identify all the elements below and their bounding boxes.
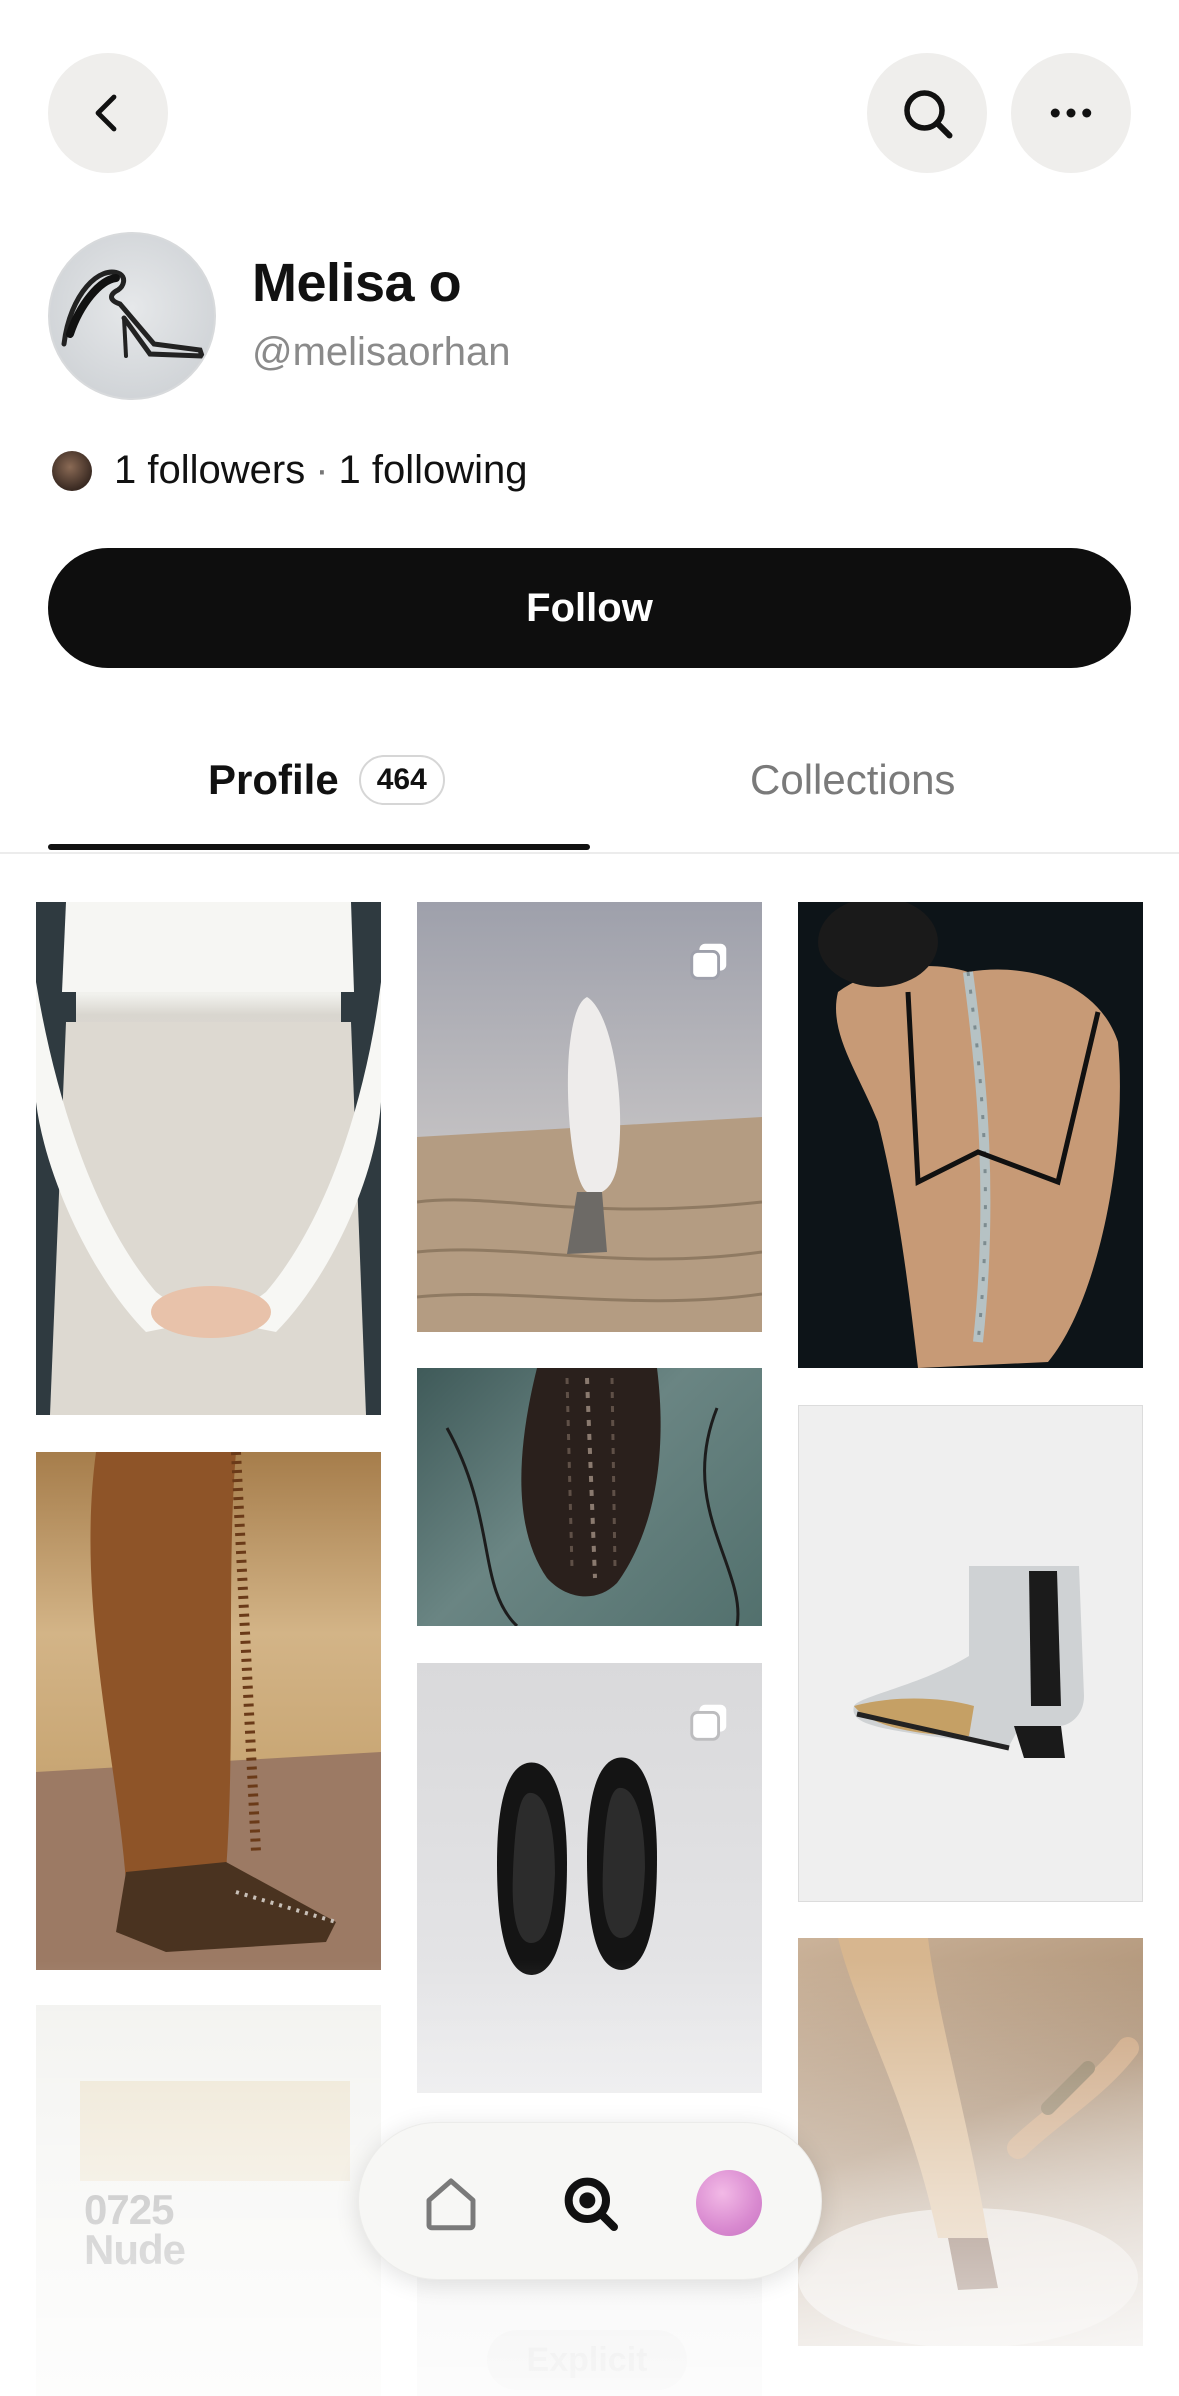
tab-divider [0, 852, 1179, 854]
back-button[interactable] [48, 53, 168, 173]
multi-image-icon [690, 943, 727, 980]
search-icon [564, 2177, 618, 2231]
swatch-label: 0725 Nude [84, 2186, 186, 2273]
pin-tile[interactable] [36, 902, 381, 1415]
follow-stats[interactable]: 1 followers · 1 following [52, 448, 528, 493]
more-options-button[interactable] [1011, 53, 1131, 173]
pin-tile[interactable] [417, 902, 762, 1332]
pin-tile[interactable] [798, 902, 1143, 1368]
nav-search[interactable] [550, 2163, 630, 2243]
profile-avatar [696, 2170, 762, 2236]
pin-tile[interactable] [417, 1663, 762, 2093]
pin-image-woven-shoe [445, 1368, 740, 1626]
tab-collections-label: Collections [750, 756, 956, 803]
pin-image-knit-outfit [36, 902, 381, 1415]
swatch-name: Nude [84, 2226, 186, 2273]
search-button[interactable] [867, 53, 987, 173]
avatar[interactable] [48, 232, 216, 400]
pin-tile[interactable] [417, 1368, 762, 1626]
active-tab-indicator [48, 844, 590, 850]
more-horizontal-icon [1050, 108, 1092, 118]
following-count[interactable]: 1 following [339, 448, 528, 493]
pin-image-foot-bath [798, 1938, 1139, 2346]
tab-collections[interactable]: Collections [750, 740, 955, 820]
pin-tile[interactable] [798, 1938, 1143, 2346]
pin-tile[interactable]: 0725 Nude [36, 2005, 381, 2396]
color-swatch [80, 2081, 350, 2181]
follow-button[interactable]: Follow [48, 548, 1131, 668]
pin-image-metallic-boot [853, 1566, 1084, 1758]
search-icon [904, 90, 953, 139]
swatch-code: 0725 [84, 2186, 174, 2233]
followers-count[interactable]: 1 followers [114, 448, 305, 493]
high-heel-icon [61, 269, 206, 359]
follower-avatar [52, 450, 92, 491]
tab-profile[interactable]: Profile 464 [208, 740, 445, 820]
explicit-badge: Explicit [487, 2330, 687, 2390]
pin-tile[interactable] [36, 1452, 381, 1970]
nav-home[interactable] [411, 2163, 491, 2243]
profile-handle: @melisaorhan [252, 330, 511, 374]
home-icon [426, 2178, 476, 2231]
profile-name: Melisa o [252, 253, 462, 313]
tab-profile-label: Profile [208, 756, 339, 803]
multi-image-icon [690, 1704, 727, 1741]
pin-image-back-sculpture [818, 902, 1120, 1368]
bottom-nav [358, 2122, 822, 2280]
nav-profile[interactable] [689, 2163, 769, 2243]
chevron-left-icon [95, 94, 117, 132]
stats-separator: · [315, 448, 329, 492]
pin-count-badge: 464 [358, 755, 445, 805]
pin-tile[interactable] [798, 1405, 1143, 1902]
pin-image-fringe-boots [36, 1452, 381, 1970]
